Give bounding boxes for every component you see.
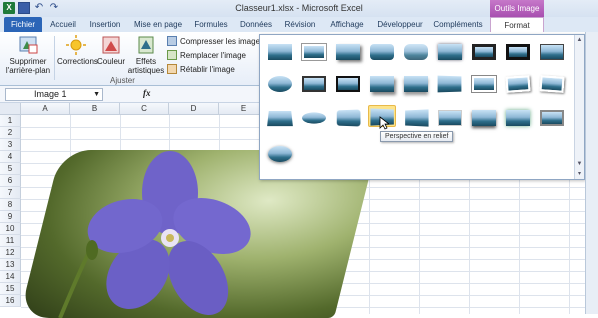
- gallery-style-item[interactable]: [436, 107, 464, 129]
- gallery-style-item[interactable]: [470, 41, 498, 63]
- compress-label: Compresser les images: [180, 36, 265, 46]
- reset-icon: [167, 64, 177, 74]
- tab-affichage[interactable]: Affichage: [326, 17, 368, 32]
- row-header[interactable]: 2: [0, 127, 21, 139]
- column-header[interactable]: C: [120, 103, 169, 115]
- tab-format[interactable]: Format: [490, 17, 544, 32]
- column-header[interactable]: D: [169, 103, 219, 115]
- gallery-style-item[interactable]: [470, 73, 498, 95]
- tooltip: Perspective en relief: [380, 131, 454, 142]
- compress-icon: [167, 36, 177, 46]
- gallery-style-item[interactable]: [504, 41, 532, 63]
- name-box[interactable]: Image 1 ▼: [5, 88, 103, 101]
- replace-icon: [167, 50, 177, 60]
- row-header[interactable]: 8: [0, 199, 21, 211]
- tab-fichier[interactable]: Fichier: [4, 17, 42, 32]
- tab-formules[interactable]: Formules: [192, 17, 230, 32]
- gallery-style-item[interactable]: [334, 107, 362, 129]
- ribbon-separator: [54, 36, 55, 80]
- gallery-style-item[interactable]: [504, 73, 532, 95]
- corrections-label: Corrections: [57, 57, 98, 66]
- gallery-style-item[interactable]: [300, 41, 328, 63]
- gallery-style-item[interactable]: [368, 73, 396, 95]
- effets-label-2: artistiques: [127, 66, 165, 75]
- picture-styles-gallery: ▲ ▼ ▾: [259, 34, 585, 180]
- name-box-value: Image 1: [34, 89, 67, 99]
- mouse-cursor-icon: [379, 116, 389, 130]
- context-tab-group-label: Outils Image: [490, 0, 544, 17]
- replace-picture-button[interactable]: Remplacer l'image: [167, 50, 246, 60]
- reset-label: Rétablir l'image: [180, 64, 235, 74]
- row-header[interactable]: 12: [0, 247, 21, 259]
- gallery-style-item[interactable]: [266, 107, 294, 129]
- column-header[interactable]: B: [70, 103, 120, 115]
- gallery-style-item[interactable]: [504, 107, 532, 129]
- chevron-down-icon[interactable]: ▼: [93, 89, 100, 100]
- title-bar: X ↶ ↷ Classeur1.xlsx - Microsoft Excel O…: [0, 0, 598, 17]
- adjust-group-label: Ajuster: [110, 76, 135, 85]
- expand-gallery-icon[interactable]: ▾: [575, 169, 584, 179]
- tab-accueil[interactable]: Accueil: [48, 17, 78, 32]
- couleur-button[interactable]: Couleur: [96, 35, 126, 66]
- tab-donnees[interactable]: Données: [238, 17, 274, 32]
- remove-background-icon: [19, 36, 38, 54]
- tab-complements[interactable]: Compléments: [432, 17, 484, 32]
- gallery-style-item[interactable]: [436, 73, 464, 95]
- gallery-scrollbar[interactable]: ▲ ▼ ▾: [574, 35, 584, 179]
- gallery-style-item[interactable]: [538, 107, 566, 129]
- ribbon-right-edge: [585, 32, 598, 314]
- row-header[interactable]: 11: [0, 235, 21, 247]
- row-header[interactable]: 7: [0, 187, 21, 199]
- gallery-style-item[interactable]: [334, 41, 362, 63]
- sun-icon: [66, 35, 86, 55]
- artistic-effects-icon: [138, 36, 154, 54]
- gallery-style-item[interactable]: [334, 73, 362, 95]
- replace-label: Remplacer l'image: [180, 50, 246, 60]
- gallery-style-item[interactable]: [266, 41, 294, 63]
- color-icon: [102, 36, 120, 54]
- gallery-style-item[interactable]: [470, 107, 498, 129]
- row-header[interactable]: 14: [0, 271, 21, 283]
- row-header[interactable]: 15: [0, 283, 21, 295]
- ribbon-tabs: Fichier Accueil Insertion Mise en page F…: [0, 17, 598, 32]
- effets-artistiques-button[interactable]: Effets artistiques: [126, 35, 166, 75]
- gallery-style-item[interactable]: [402, 73, 430, 95]
- remove-background-label-2: l'arrière-plan: [5, 66, 51, 75]
- scroll-up-icon[interactable]: ▲: [575, 35, 584, 45]
- row-header[interactable]: 3: [0, 139, 21, 151]
- row-header[interactable]: 5: [0, 163, 21, 175]
- reset-picture-button[interactable]: Rétablir l'image: [167, 64, 235, 74]
- tab-developpeur[interactable]: Développeur: [376, 17, 424, 32]
- tab-revision[interactable]: Révision: [282, 17, 318, 32]
- row-header[interactable]: 4: [0, 151, 21, 163]
- insert-function-icon[interactable]: fx: [143, 88, 151, 98]
- row-header[interactable]: 6: [0, 175, 21, 187]
- remove-background-button[interactable]: Supprimer l'arrière-plan: [4, 35, 52, 75]
- scroll-down-icon[interactable]: ▼: [575, 159, 584, 169]
- tab-insertion[interactable]: Insertion: [86, 17, 124, 32]
- select-all-corner[interactable]: [0, 103, 21, 115]
- couleur-label: Couleur: [96, 57, 125, 66]
- gallery-style-item[interactable]: [266, 143, 294, 165]
- gallery-style-item[interactable]: [266, 73, 294, 95]
- gallery-style-item[interactable]: [402, 41, 430, 63]
- row-header[interactable]: 9: [0, 211, 21, 223]
- compress-pictures-button[interactable]: Compresser les images: [167, 36, 264, 46]
- column-header[interactable]: A: [21, 103, 70, 115]
- gallery-style-item[interactable]: [402, 107, 430, 129]
- gallery-style-item[interactable]: [538, 73, 566, 95]
- gallery-style-item[interactable]: [538, 41, 566, 63]
- row-header[interactable]: 1: [0, 115, 21, 127]
- gallery-style-item[interactable]: [300, 107, 328, 129]
- row-header[interactable]: 10: [0, 223, 21, 235]
- corrections-button[interactable]: Corrections: [57, 35, 98, 66]
- row-header[interactable]: 16: [0, 295, 21, 307]
- gallery-style-item[interactable]: [436, 41, 464, 63]
- remove-background-label-1: Supprimer: [9, 57, 47, 66]
- effets-label-1: Effets: [135, 57, 157, 66]
- gallery-style-item[interactable]: [300, 73, 328, 95]
- tab-mise-en-page[interactable]: Mise en page: [132, 17, 184, 32]
- gallery-style-item[interactable]: [368, 41, 396, 63]
- row-header[interactable]: 13: [0, 259, 21, 271]
